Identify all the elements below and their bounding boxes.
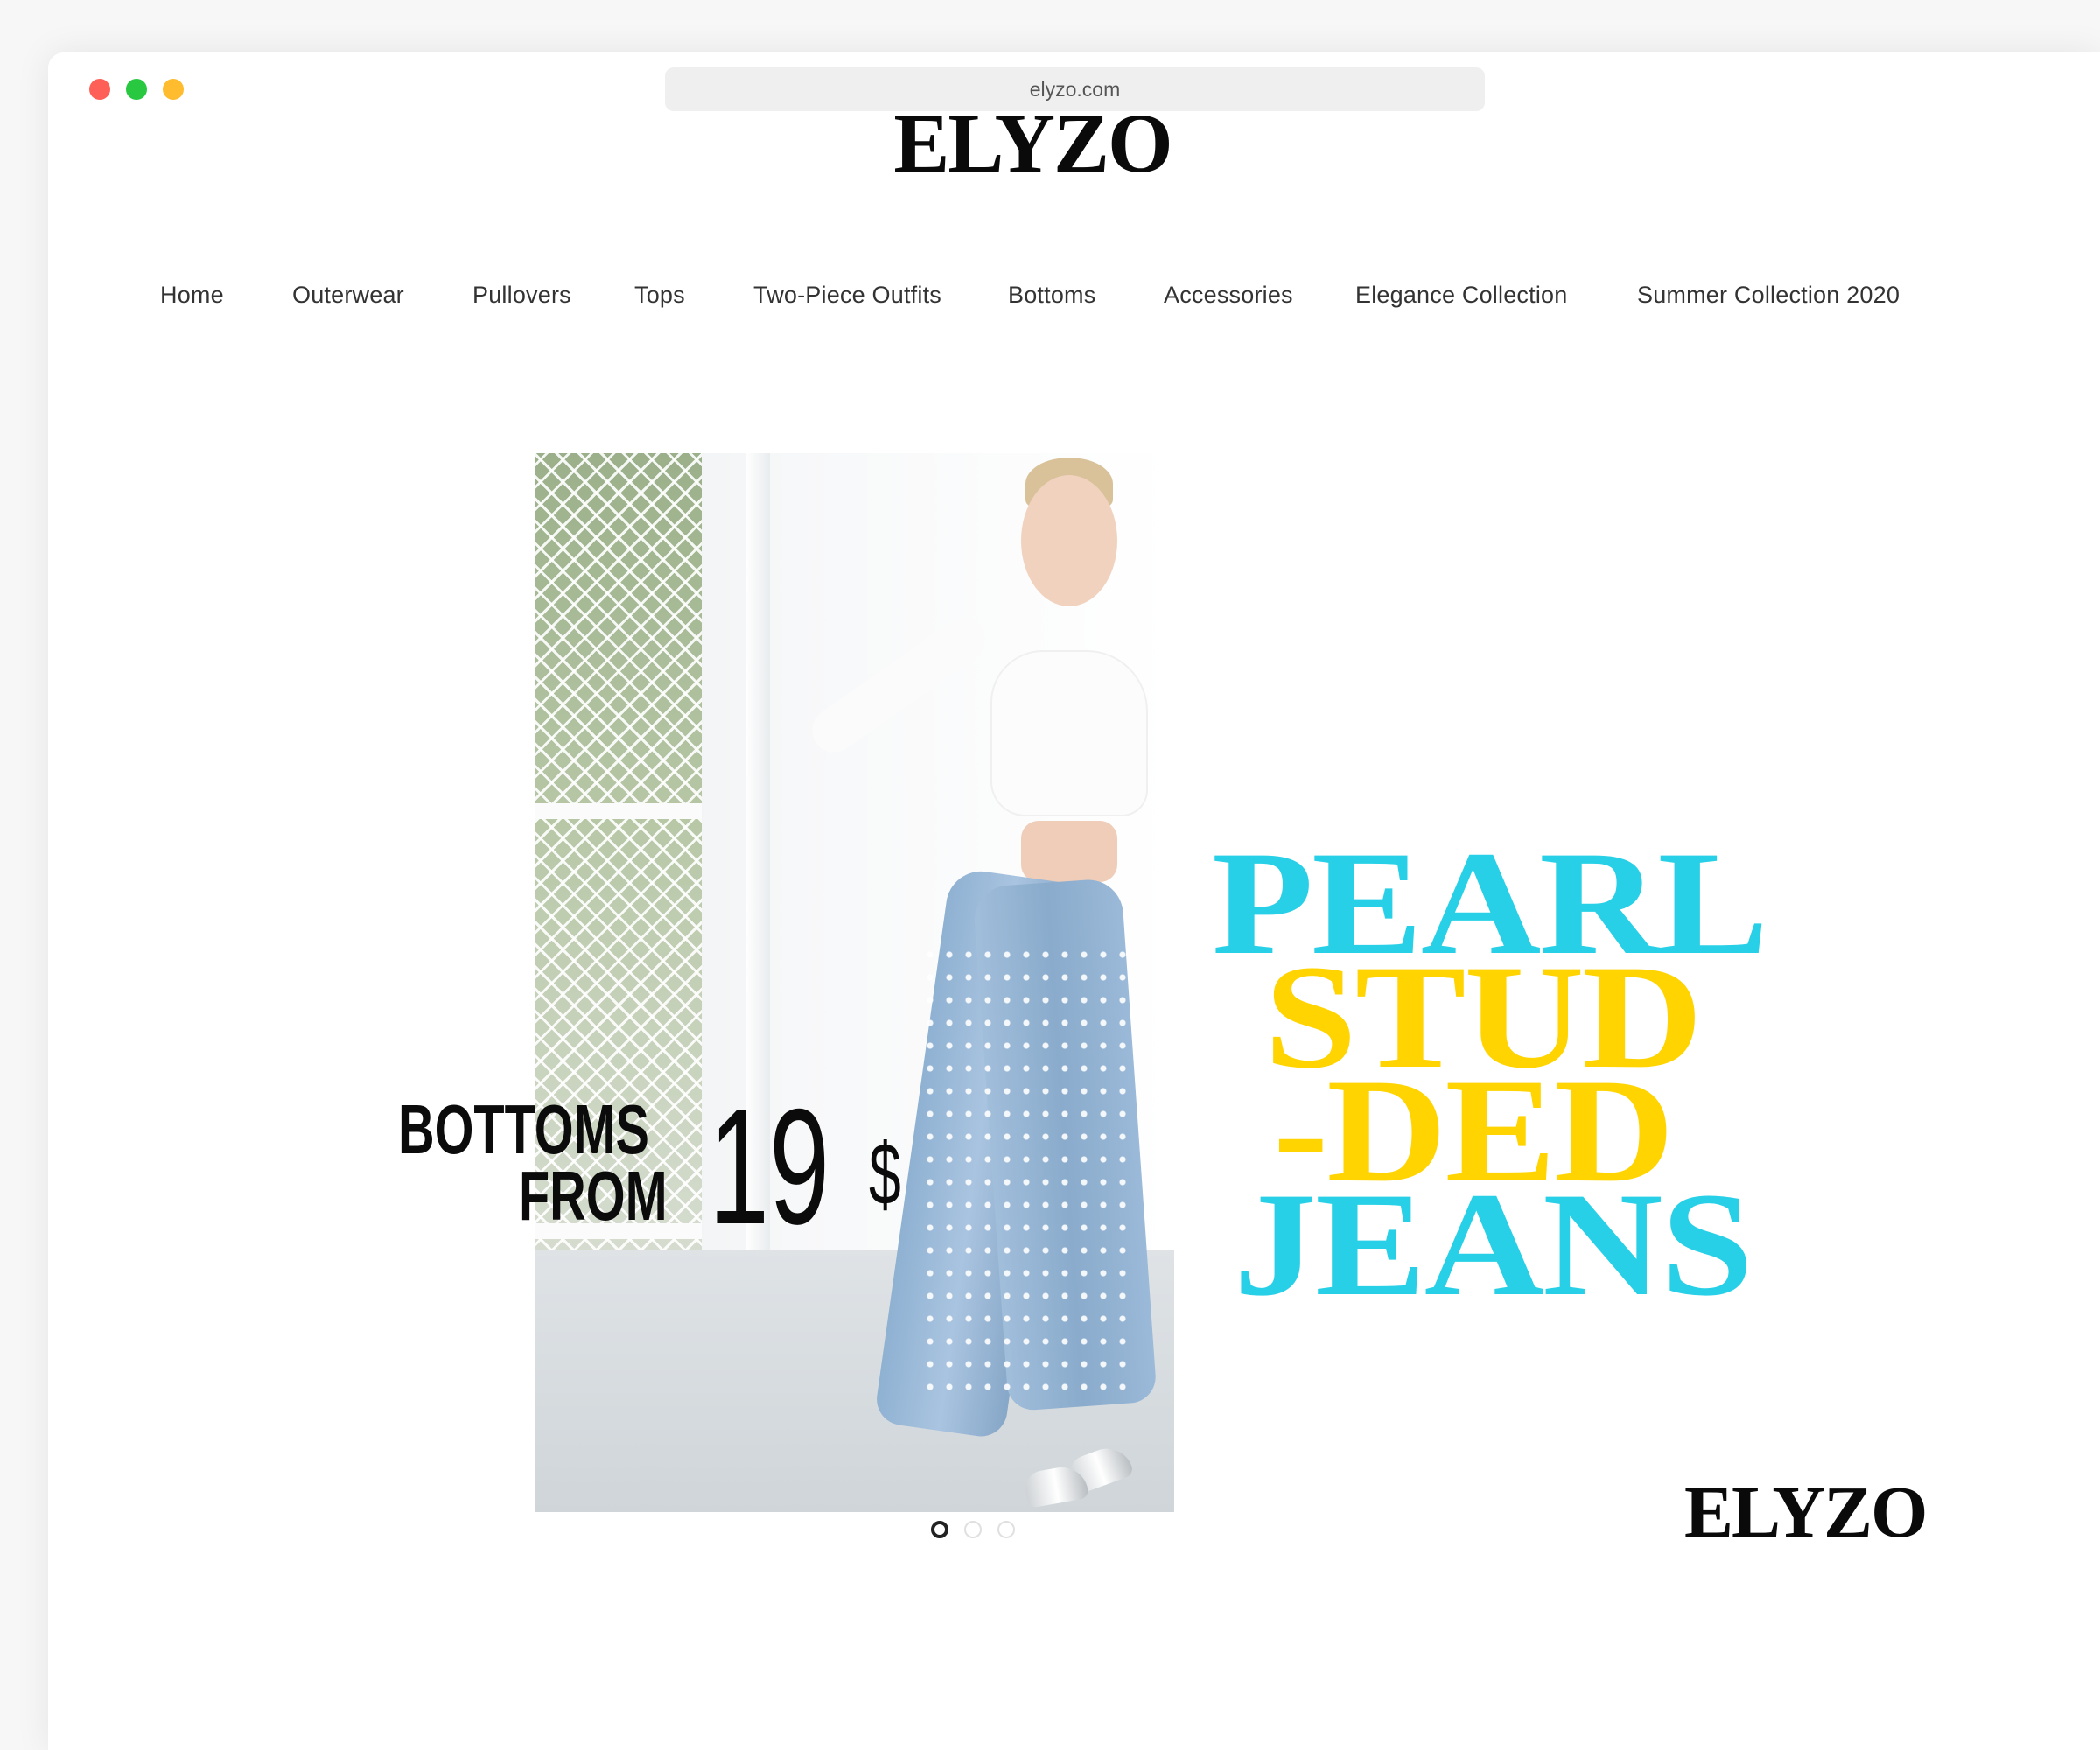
hero-lattice-bar xyxy=(536,803,702,819)
nav-item-bottoms[interactable]: Bottoms xyxy=(1008,282,1096,309)
nav-item-tops[interactable]: Tops xyxy=(634,282,685,309)
hero-brand-mark: ELYZO xyxy=(1684,1472,1928,1553)
promo-bottoms-price: BOTTOMS FROM 19 $ xyxy=(398,1074,923,1258)
carousel-dot-1[interactable] xyxy=(931,1521,948,1538)
hero-banner-image[interactable] xyxy=(536,453,1174,1512)
site-logo[interactable]: ELYZO xyxy=(0,94,2100,192)
jeans-pearl-studs xyxy=(920,943,1130,1398)
promo-price-value: 19 xyxy=(709,1074,830,1258)
nav-item-two-piece-outfits[interactable]: Two-Piece Outfits xyxy=(753,282,942,309)
carousel-dot-3[interactable] xyxy=(998,1521,1015,1538)
model-midriff xyxy=(1021,821,1117,882)
model-face xyxy=(1021,475,1117,606)
headline-jeans: JEANS xyxy=(1234,1162,1754,1326)
carousel-dot-2[interactable] xyxy=(964,1521,982,1538)
nav-item-home[interactable]: Home xyxy=(160,282,224,309)
nav-item-pullovers[interactable]: Pullovers xyxy=(472,282,571,309)
model-white-top xyxy=(990,650,1148,816)
nav-item-outerwear[interactable]: Outerwear xyxy=(292,282,404,309)
promo-price-currency: $ xyxy=(869,1125,901,1223)
promo-line-from: FROM xyxy=(519,1157,668,1235)
main-navigation: Home Outerwear Pullovers Tops Two-Piece … xyxy=(0,282,2100,317)
nav-item-summer-collection-2020[interactable]: Summer Collection 2020 xyxy=(1637,282,1900,309)
nav-item-elegance-collection[interactable]: Elegance Collection xyxy=(1355,282,1567,309)
nav-item-accessories[interactable]: Accessories xyxy=(1164,282,1293,309)
